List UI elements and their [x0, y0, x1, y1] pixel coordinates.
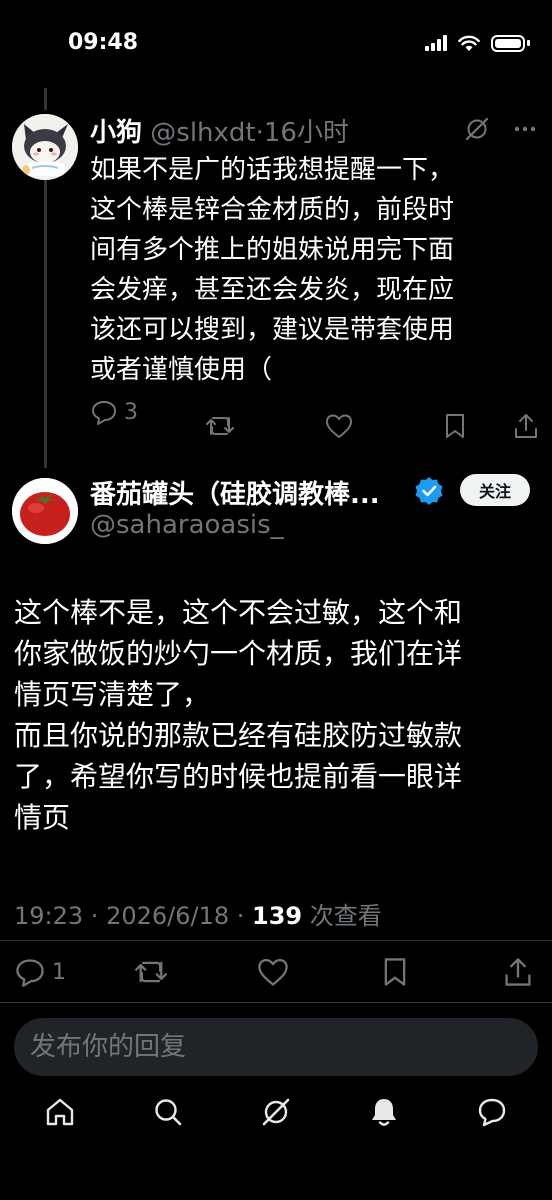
more-options-icon[interactable]	[512, 116, 538, 142]
signal-icon	[425, 35, 447, 51]
main-post-actions: 1	[14, 956, 534, 988]
post-date[interactable]: 2026/6/18	[106, 902, 229, 930]
view-count: 139	[252, 902, 303, 930]
reply-body-line: 该还可以搜到，建议是带套使用	[90, 315, 455, 345]
main-post-body: 这个棒不是，这个不会过敏，这个和 你家做饭的炒勺一个材质，我们在详 情页写清楚了…	[14, 592, 544, 838]
tomato-avatar-image	[12, 478, 78, 544]
reply-body-line: 会发痒，甚至还会发炎，现在应	[90, 275, 455, 305]
battery-icon	[491, 34, 525, 52]
follow-button[interactable]: 关注	[460, 474, 530, 506]
messages-icon[interactable]	[475, 1095, 509, 1129]
separator-dot: ·	[255, 118, 264, 148]
comment-icon	[92, 401, 116, 425]
post-time[interactable]: 19:23	[14, 902, 83, 930]
reply-button[interactable]: 3	[90, 398, 138, 426]
divider	[0, 1002, 552, 1003]
bottom-nav	[0, 1095, 552, 1129]
status-icons	[425, 34, 530, 52]
reply-input[interactable]	[14, 1018, 538, 1076]
thread-line	[44, 88, 47, 110]
reply-body-line: 间有多个推上的姐妹说用完下面	[90, 235, 455, 265]
wifi-icon	[458, 35, 480, 51]
like-icon[interactable]	[324, 412, 354, 440]
avatar[interactable]	[12, 478, 78, 544]
verified-badge-icon	[415, 477, 443, 505]
dog-avatar-image	[12, 114, 78, 180]
view-count-label: 次查看	[302, 902, 382, 930]
main-body-line: 而且你说的那款已经有硅胶防过敏款	[14, 719, 463, 752]
reply-count: 3	[124, 399, 138, 425]
share-icon[interactable]	[512, 412, 540, 440]
reply-body-line: 或者谨慎使用（	[90, 355, 273, 385]
main-body-line: 你家做饭的炒勺一个材质，我们在详	[14, 637, 463, 670]
main-body-line: 了，希望你写的时候也提前看一眼详	[14, 760, 463, 793]
avatar[interactable]	[12, 114, 78, 180]
main-body-line: 情页写清楚了，	[14, 678, 211, 711]
separator-dot: ·	[229, 902, 253, 930]
grok-icon[interactable]	[464, 116, 490, 142]
reply-time-ago[interactable]: 16小时	[264, 118, 349, 148]
reply-post-header: 小狗 @slhxdt·16小时	[90, 112, 349, 149]
share-icon[interactable]	[502, 956, 534, 988]
battery-tip	[527, 40, 530, 46]
like-icon[interactable]	[256, 956, 290, 988]
reply-post-body: 如果不是广的话我想提醒一下， 这个棒是锌合金材质的，前段时 间有多个推上的姐妹说…	[90, 150, 530, 390]
main-author-handle[interactable]: @saharaoasis_	[90, 510, 284, 540]
comment-icon	[16, 959, 44, 987]
reply-author-name[interactable]: 小狗	[90, 118, 142, 148]
main-author-name[interactable]: 番茄罐头（硅胶调教棒...	[90, 474, 380, 511]
reply-body-line: 这个棒是锌合金材质的，前段时	[90, 195, 455, 225]
reply-button[interactable]: 1	[14, 956, 66, 988]
reply-body-line: 如果不是广的话我想提醒一下，	[90, 155, 455, 185]
status-time: 09:48	[68, 30, 139, 55]
bookmark-icon[interactable]	[380, 956, 410, 988]
search-icon[interactable]	[151, 1095, 185, 1129]
post-meta: 19:23 · 2026/6/18 · 139 次查看	[14, 896, 382, 931]
reply-author-handle[interactable]: @slhxdt	[150, 118, 255, 148]
reply-post-top-icons	[464, 116, 538, 142]
reply-count: 1	[52, 959, 66, 985]
bookmark-icon[interactable]	[442, 412, 468, 440]
repost-icon[interactable]	[132, 956, 170, 988]
repost-icon[interactable]	[204, 412, 236, 440]
screen: 09:48 小狗 @slhxdt·16小时 如果不是广的话我想提醒一下， 这个棒…	[0, 0, 552, 1200]
thread-line	[44, 178, 47, 468]
grok-icon[interactable]	[259, 1095, 293, 1129]
separator-dot: ·	[83, 902, 107, 930]
main-body-line: 情页	[14, 801, 71, 834]
home-icon[interactable]	[43, 1095, 77, 1129]
notifications-bell-icon[interactable]	[367, 1095, 401, 1129]
main-body-line: 这个棒不是，这个不会过敏，这个和	[14, 596, 463, 629]
divider	[0, 940, 552, 941]
